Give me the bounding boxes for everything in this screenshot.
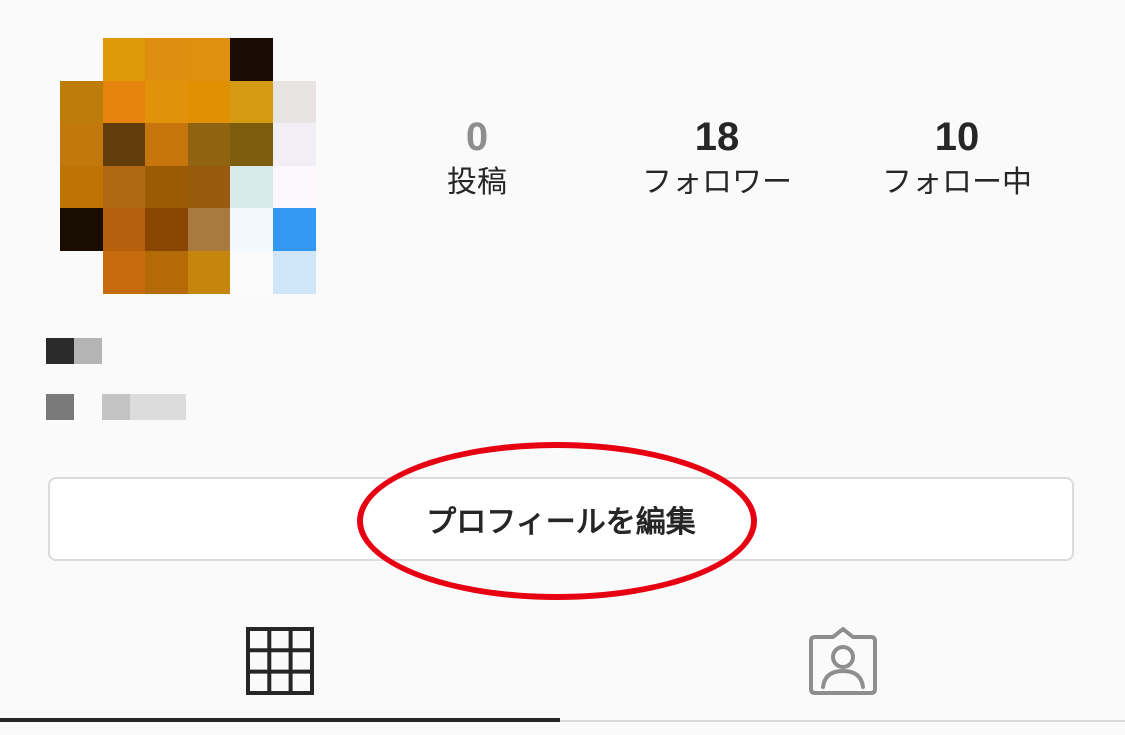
avatar-pixel: [145, 208, 188, 251]
avatar-pixel: [145, 123, 188, 166]
tab-divider: [560, 720, 1125, 722]
followers-count: 18: [694, 115, 740, 159]
avatar-pixel: [102, 80, 146, 124]
edit-profile-label: プロフィールを編集: [426, 505, 696, 540]
avatar-pixel: [230, 165, 273, 209]
avatar-pixel: [145, 250, 188, 294]
stat-following[interactable]: 10 フォロー中: [857, 112, 1057, 206]
stat-posts[interactable]: 0 投稿: [377, 112, 577, 206]
avatar-pixel: [60, 250, 103, 294]
avatar-pixel: [272, 80, 316, 124]
avatar-pixel: [272, 250, 316, 294]
avatar-pixel: [272, 123, 316, 166]
avatar-pixel: [102, 250, 146, 294]
stat-followers[interactable]: 18 フォロワー: [617, 112, 817, 206]
grid-icon: [246, 627, 314, 699]
avatar-pixel: [187, 123, 231, 166]
avatar-pixel: [230, 208, 273, 251]
tagged-user-icon: [807, 627, 879, 699]
edit-profile-button[interactable]: プロフィールを編集: [48, 477, 1074, 561]
avatar-pixel: [102, 38, 146, 81]
avatar-pixel: [272, 38, 316, 81]
avatar[interactable]: [60, 38, 316, 294]
avatar-pixel: [187, 38, 231, 81]
following-count: 10: [934, 115, 980, 159]
avatar-pixel: [145, 165, 188, 209]
followers-label: フォロワー: [642, 165, 792, 200]
avatar-pixel: [145, 38, 188, 81]
tab-grid[interactable]: [0, 604, 560, 722]
avatar-pixel: [272, 208, 316, 251]
avatar-pixel: [272, 165, 316, 209]
avatar-pixel: [102, 123, 146, 166]
posts-label: 投稿: [447, 165, 507, 200]
avatar-pixel: [230, 80, 273, 124]
avatar-pixel: [60, 80, 103, 124]
active-tab-indicator: [0, 718, 560, 722]
avatar-pixel: [187, 80, 231, 124]
posts-count: 0: [465, 115, 489, 159]
avatar-pixel: [187, 165, 231, 209]
avatar-pixel: [60, 165, 103, 209]
avatar-pixel: [60, 38, 103, 81]
avatar-pixel: [102, 208, 146, 251]
avatar-pixel: [145, 80, 188, 124]
avatar-pixel: [102, 165, 146, 209]
avatar-pixel: [60, 123, 103, 166]
tab-tagged[interactable]: [560, 604, 1125, 722]
avatar-pixel: [187, 250, 231, 294]
avatar-pixel: [60, 208, 103, 251]
avatar-pixel: [187, 208, 231, 251]
avatar-pixel: [230, 250, 273, 294]
avatar-pixel: [230, 38, 273, 81]
avatar-pixel: [230, 123, 273, 166]
following-label: フォロー中: [882, 165, 1032, 200]
